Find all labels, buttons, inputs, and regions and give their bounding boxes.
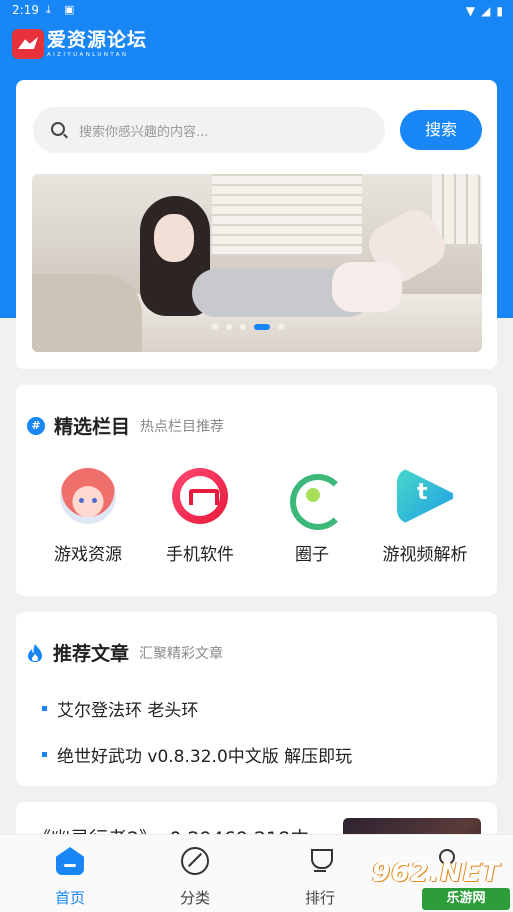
app-logo: 爱资源论坛 AIZIYUANLUNTAN	[12, 26, 147, 62]
featured-item-label: 圈子	[295, 545, 329, 565]
article-title: 绝世好武功 v0.8.32.0中文版 解压即玩	[57, 747, 353, 767]
banner-carousel[interactable]	[32, 174, 482, 352]
featured-header: # 精选栏目 热点栏目推荐	[27, 412, 224, 439]
battery-icon: ▮	[496, 4, 503, 18]
game-resource-icon	[60, 468, 116, 524]
carousel-dot[interactable]	[278, 324, 284, 330]
logo-title: 爱资源论坛	[47, 29, 148, 51]
featured-item-mobile-software[interactable]: 手机软件	[145, 468, 255, 565]
search-button[interactable]: 搜索	[400, 110, 482, 150]
featured-item-label: 手机软件	[166, 545, 234, 565]
featured-item-label: 游视频解析	[382, 545, 468, 565]
carousel-dot[interactable]	[240, 324, 246, 330]
notification-icon: ▣	[64, 3, 75, 16]
featured-section: # 精选栏目 热点栏目推荐 游戏资源 手机软件 圈子 游视频解析	[16, 385, 497, 596]
featured-item-game-resource[interactable]: 游戏资源	[33, 468, 143, 565]
flame-icon	[28, 643, 42, 662]
nav-home[interactable]: 首页	[30, 847, 110, 908]
bullet-icon	[42, 706, 47, 711]
search-banner-card: 搜索你感兴趣的内容... 搜索	[16, 80, 497, 369]
articles-header: 推荐文章 汇聚精彩文章	[27, 639, 223, 666]
recommended-articles-section: 推荐文章 汇聚精彩文章 艾尔登法环 老头环 绝世好武功 v0.8.32.0中文版…	[16, 612, 497, 786]
carousel-dot[interactable]	[254, 324, 270, 330]
nav-label: 首页	[54, 889, 85, 907]
mobile-software-icon	[172, 468, 228, 524]
hashtag-icon: #	[27, 416, 45, 435]
featured-title: 精选栏目	[54, 416, 131, 438]
articles-title: 推荐文章	[53, 643, 130, 665]
circle-icon	[284, 468, 346, 530]
banner-figure-skirt	[332, 262, 402, 312]
article-item[interactable]: 艾尔登法环 老头环	[42, 696, 198, 721]
banner-figure-face	[154, 214, 194, 262]
featured-item-circle[interactable]: 圈子	[257, 468, 367, 565]
logo-mark-icon	[12, 29, 44, 59]
category-icon	[181, 847, 209, 875]
signal-icon: ◢	[481, 4, 491, 18]
articles-subtitle: 汇聚精彩文章	[139, 645, 224, 662]
watermark-text: 962.NET	[372, 858, 501, 888]
search-input[interactable]: 搜索你感兴趣的内容...	[33, 107, 385, 153]
nav-category[interactable]: 分类	[155, 847, 235, 908]
nav-label: 排行	[304, 889, 335, 907]
watermark-badge: 乐游网	[422, 888, 510, 910]
video-parse-icon	[397, 468, 453, 524]
article-title: 艾尔登法环 老头环	[57, 701, 199, 721]
download-icon: ⤓	[46, 3, 51, 16]
carousel-dot[interactable]	[226, 324, 232, 330]
search-placeholder: 搜索你感兴趣的内容...	[79, 125, 209, 140]
carousel-dot[interactable]	[212, 324, 218, 330]
status-bar: 2:19 ⤓ ▣ ▼ ◢ ▮	[0, 0, 513, 22]
search-icon	[51, 122, 65, 136]
home-icon	[56, 847, 84, 875]
article-item[interactable]: 绝世好武功 v0.8.32.0中文版 解压即玩	[42, 742, 352, 767]
trophy-icon	[306, 847, 334, 875]
featured-subtitle: 热点栏目推荐	[140, 418, 225, 435]
nav-label: 分类	[179, 889, 210, 907]
banner-window	[212, 174, 362, 254]
banner-blanket	[32, 274, 142, 352]
status-right-icons: ▼ ◢ ▮	[466, 4, 503, 18]
carousel-indicator[interactable]	[212, 324, 284, 330]
status-time: 2:19	[12, 3, 39, 17]
site-watermark: 962.NET 乐游网	[372, 858, 513, 912]
nav-ranking[interactable]: 排行	[280, 847, 360, 908]
featured-item-video-parse[interactable]: 游视频解析	[370, 468, 480, 565]
featured-item-label: 游戏资源	[54, 545, 122, 565]
wifi-icon: ▼	[465, 4, 476, 18]
logo-subtitle: AIZIYUANLUNTAN	[47, 52, 129, 58]
bullet-icon	[42, 752, 47, 757]
